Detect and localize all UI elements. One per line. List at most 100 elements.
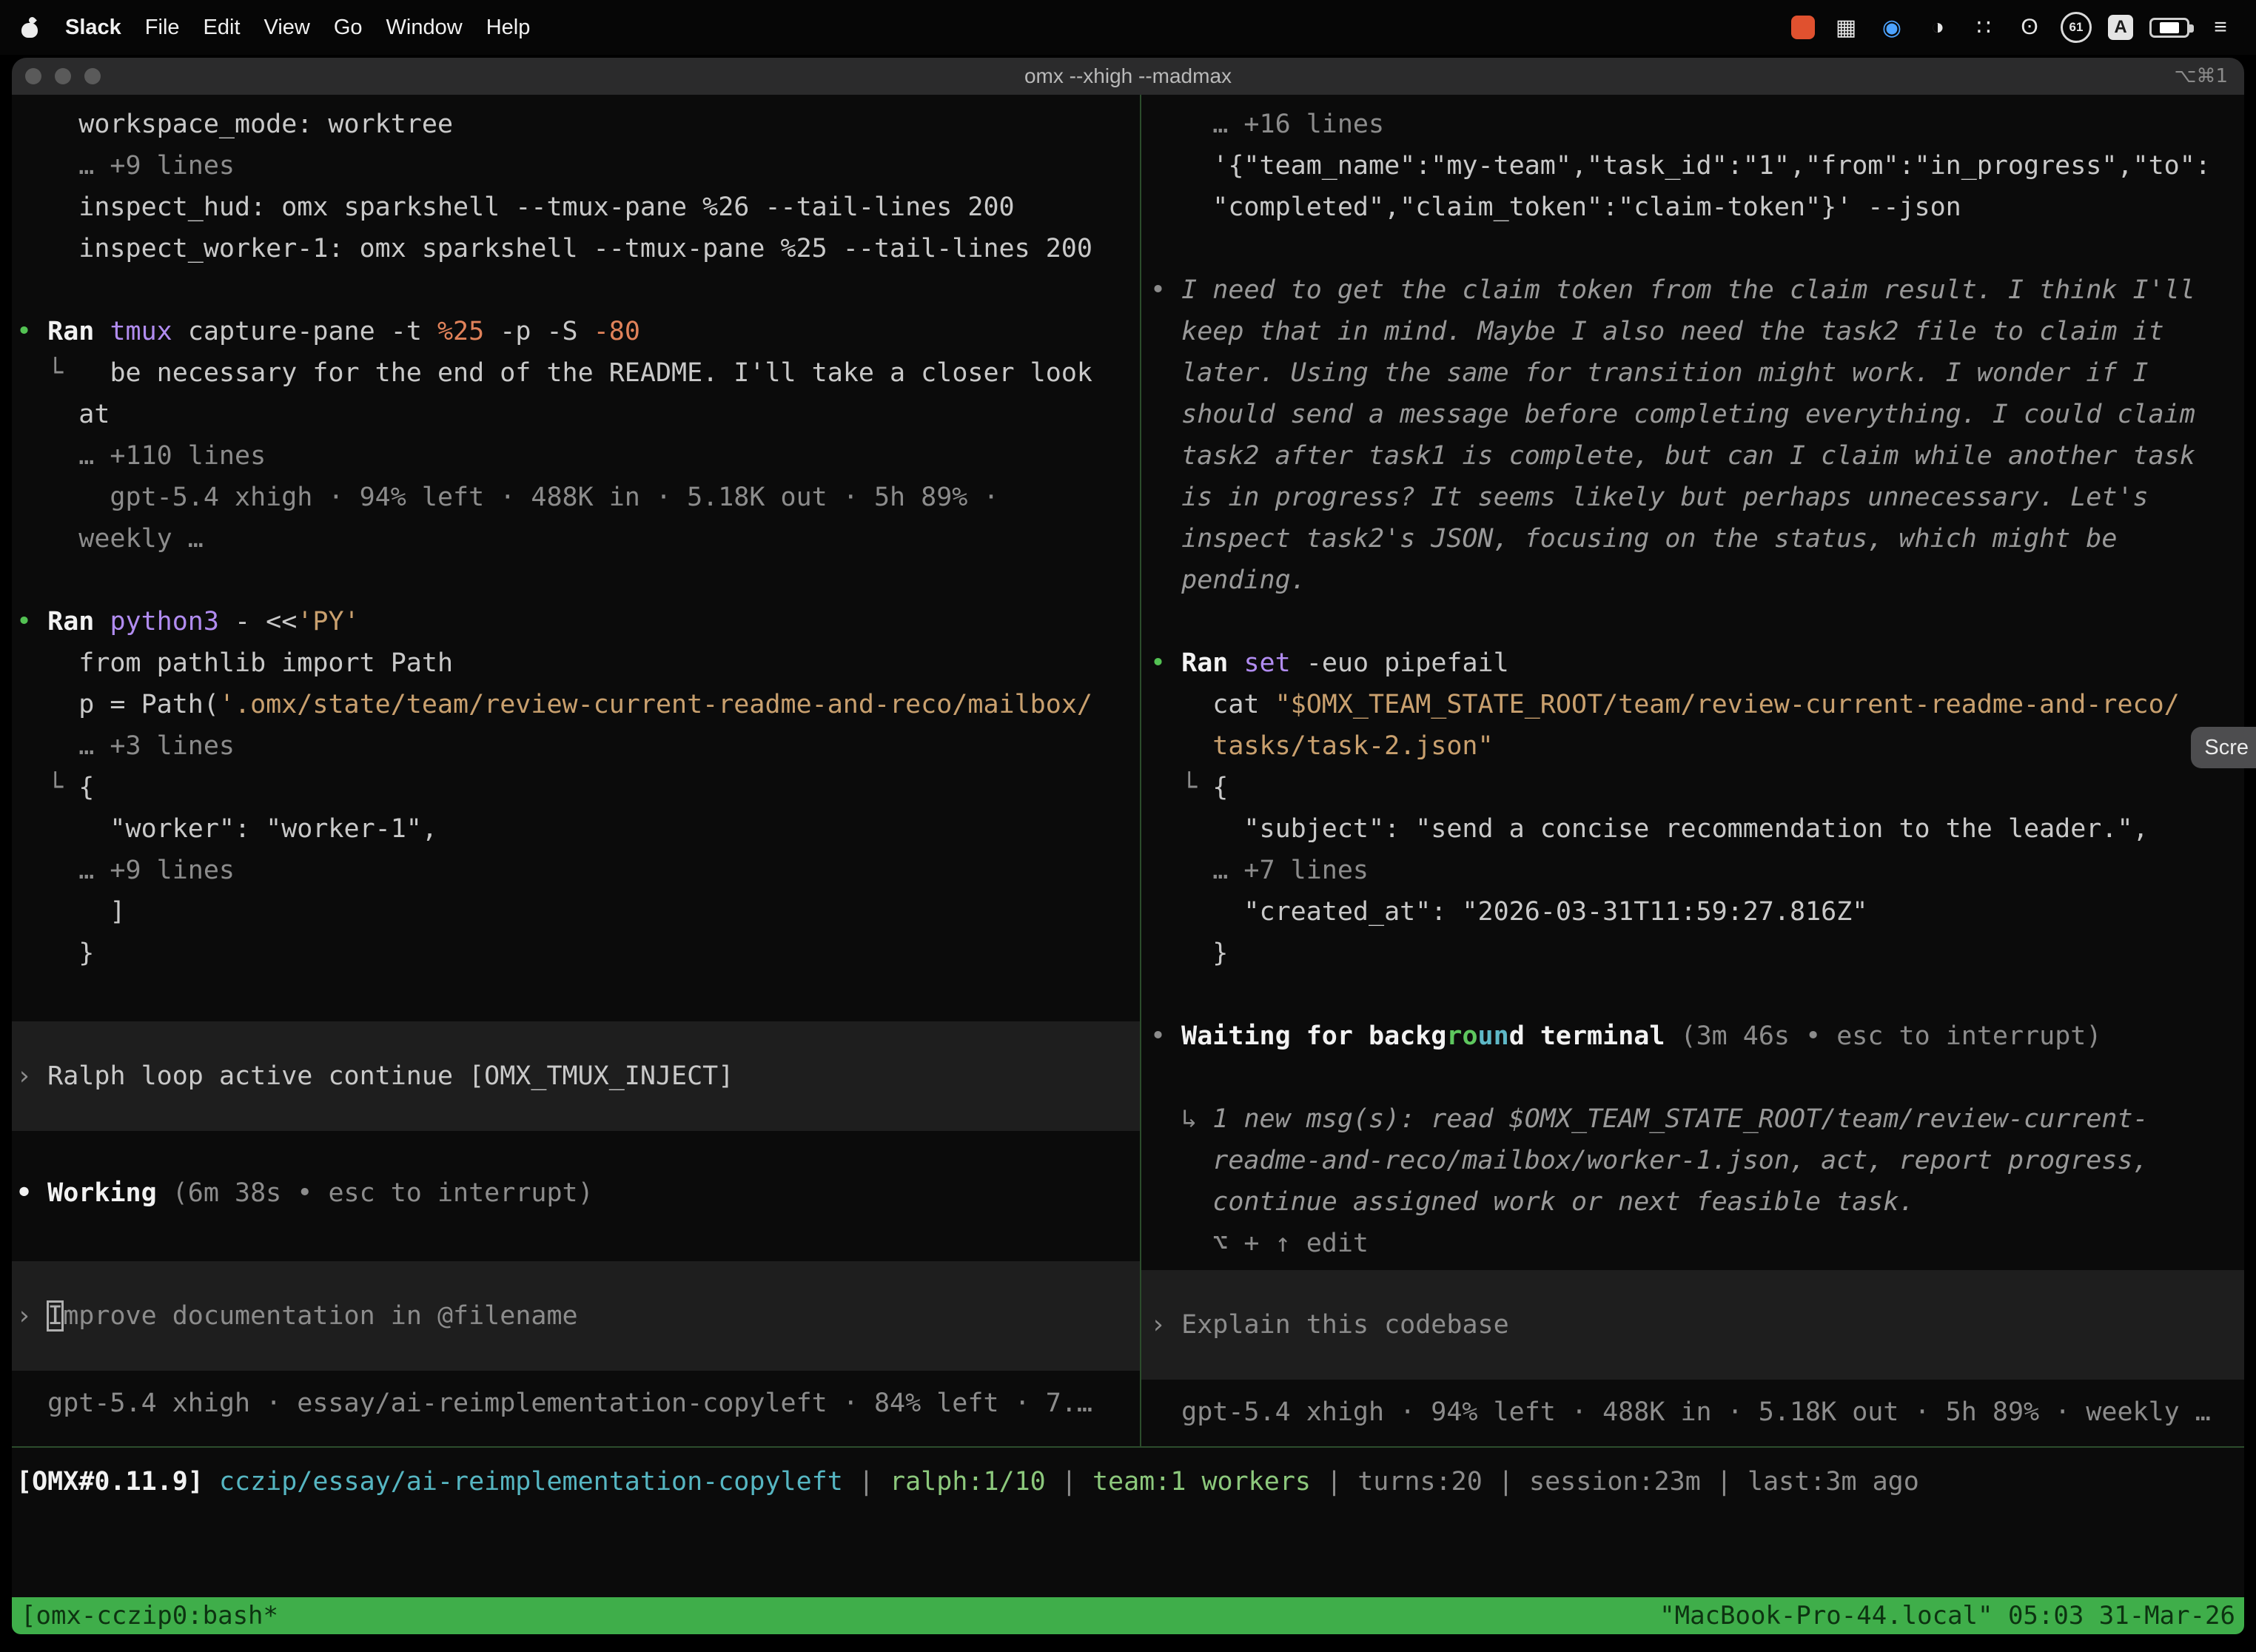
text-segment: › [16,1301,47,1331]
text-segment: ralph:1/10 [890,1467,1046,1497]
terminal-window[interactable]: omx --xhigh --madmax ⌥⌘1 workspace_mode:… [12,58,2244,1634]
text-segment: inspect_hud: omx sparkshell --tmux-pane … [16,192,1015,222]
half-circle-app-icon[interactable]: ◑ [1923,12,1953,43]
text-segment: is in progress? It seems likely but perh… [1150,483,2149,512]
screen-notification-overlay[interactable]: Scre [2191,727,2256,768]
terminal-line: ⌥ + ↑ edit [1150,1223,2235,1264]
text-segment: ro [1446,1021,1477,1051]
prompt-line[interactable]: › Explain this codebase [1141,1270,2244,1380]
text-segment: Ran [47,317,110,346]
terminal-pane-right[interactable]: … +16 lines '{"team_name":"my-team","tas… [1141,95,2244,1446]
terminal-line: … +3 lines [16,725,1135,767]
terminal-line: is in progress? It seems likely but perh… [1150,477,2235,518]
menu-slack[interactable]: Slack [53,16,133,39]
text-segment: at [16,400,110,429]
text-segment: "$OMX_TEAM_STATE_ROOT/team/review-curren… [1275,690,2180,719]
terminal-line: • Working (6m 38s • esc to interrupt) [16,1172,1135,1214]
menu-help[interactable]: Help [474,16,543,39]
menu-go[interactable]: Go [322,16,375,39]
terminal-line [1150,228,2235,269]
menu-bar: SlackFileEditViewGoWindowHelp ▦ ◉ ◑ ∷ ʘ 61 A ≡ [0,0,2256,55]
prompt-line[interactable]: › Ralph loop active continue [OMX_TMUX_I… [12,1021,1140,1131]
text-segment: pending. [1150,565,1306,595]
text-segment: -80 [594,317,640,346]
window-titlebar[interactable]: omx --xhigh --madmax ⌥⌘1 [12,58,2244,95]
terminal-line: '{"team_name":"my-team","task_id":"1","f… [1150,145,2235,187]
screen-notification-label: Scre [2204,736,2249,760]
text-segment: '{"team_name":"my-team","task_id":"1","f… [1150,151,2211,181]
terminal-line: • Ran set -euo pipefail [1150,642,2235,684]
text-segment: readme-and-reco/mailbox/worker-1.json, a… [1150,1146,2149,1175]
text-segment: -p -S [484,317,594,346]
text-segment: › [16,1061,47,1091]
blue-app-icon[interactable]: ◉ [1877,12,1907,43]
text-segment: %25 [437,317,484,346]
menubar-status-icons: ▦ ◉ ◑ ∷ ʘ 61 A ≡ [1791,12,2235,43]
text-segment: (3m 46s • esc to interrupt) [1681,1021,2102,1051]
text-segment: "created_at": "2026-03-31T11:59:27.816Z" [1150,897,1867,927]
terminal-line: • Ran tmux capture-pane -t %25 -p -S -80 [16,311,1135,352]
text-segment: 'PY' [297,607,359,637]
terminal-line: … +9 lines [16,145,1135,187]
apple-menu-logo[interactable] [21,17,38,38]
menu-view[interactable]: View [252,16,322,39]
text-segment: └ [1150,773,1212,802]
text-segment: … +9 lines [16,856,235,885]
text-segment: Working [47,1178,172,1208]
traffic-lights [12,68,101,84]
text-segment: Ran [1181,648,1243,678]
text-segment: [OMX#0.11.9] [16,1467,219,1497]
terminal-line: • I need to get the claim token from the… [1150,269,2235,311]
terminal-line [16,1214,1135,1255]
terminal-pane-left[interactable]: workspace_mode: worktree … +9 lines insp… [12,95,1140,1446]
text-segment: Ran [47,607,110,637]
tmux-host-clock: "MacBook-Pro-44.local" 05:03 31-Mar-26 [1659,1601,2235,1631]
text-segment: I need to get the claim token from the c… [1181,275,2195,305]
terminal-line: workspace_mode: worktree [16,104,1135,145]
menu-edit[interactable]: Edit [192,16,252,39]
terminal-line: • Waiting for background terminal (3m 46… [1150,1015,2235,1057]
terminal-line: • Ran python3 - <<'PY' [16,601,1135,642]
close-button[interactable] [25,68,41,84]
text-segment: ] [16,897,126,927]
terminal-line: task2 after task1 is complete, but can I… [1150,435,2235,477]
text-segment: › [1150,1310,1181,1340]
terminal-line: } [16,933,1135,974]
key-icon[interactable]: ʘ [2015,12,2044,43]
terminal-line: … +7 lines [1150,850,2235,891]
terminal-line: readme-and-reco/mailbox/worker-1.json, a… [1150,1140,2235,1181]
battery-icon[interactable] [2149,18,2189,38]
menu-file[interactable]: File [133,16,192,39]
text-segment: cczip/essay/ai-reimplementation-copyleft [219,1467,843,1497]
terminal-line [1150,1057,2235,1098]
text-segment: … +9 lines [16,151,235,181]
prompt-line[interactable]: › Improve documentation in @filename [12,1261,1140,1371]
control-center-icon[interactable]: ≡ [2206,12,2235,43]
dots-grid-icon[interactable]: ∷ [1969,12,1998,43]
text-segment: Waiting for backg [1181,1021,1446,1051]
battery-gauge-61[interactable]: 61 [2061,12,2092,43]
text-segment: keep that in mind. Maybe I also need the… [1150,317,2164,346]
text-segment: • [16,607,47,637]
text-segment: • [1150,648,1181,678]
terminal-line: "subject": "send a concise recommendatio… [1150,808,2235,850]
terminal-line: at [16,394,1135,435]
minimize-button[interactable] [55,68,71,84]
terminal-line: ] [16,891,1135,933]
terminal-line: … +110 lines [16,435,1135,477]
text-segment: | [843,1467,890,1497]
text-segment: • [16,317,47,346]
menu-window[interactable]: Window [375,16,474,39]
text-segment: ↳ [1150,1104,1212,1134]
text-segment: Ralph loop active continue [OMX_TMUX_INJ… [47,1061,733,1091]
text-segment: from pathlib import Path [16,648,453,678]
terminal-line: inspect_hud: omx sparkshell --tmux-pane … [16,187,1135,228]
input-source-icon[interactable]: A [2108,15,2133,40]
screen-recording-indicator[interactable] [1791,16,1815,39]
text-segment: | [1483,1467,1529,1497]
text-segment: - << [235,607,297,637]
grid-icon[interactable]: ▦ [1831,12,1861,43]
text-segment: … +7 lines [1150,856,1369,885]
terminal-line: "created_at": "2026-03-31T11:59:27.816Z" [1150,891,2235,933]
zoom-button[interactable] [84,68,101,84]
